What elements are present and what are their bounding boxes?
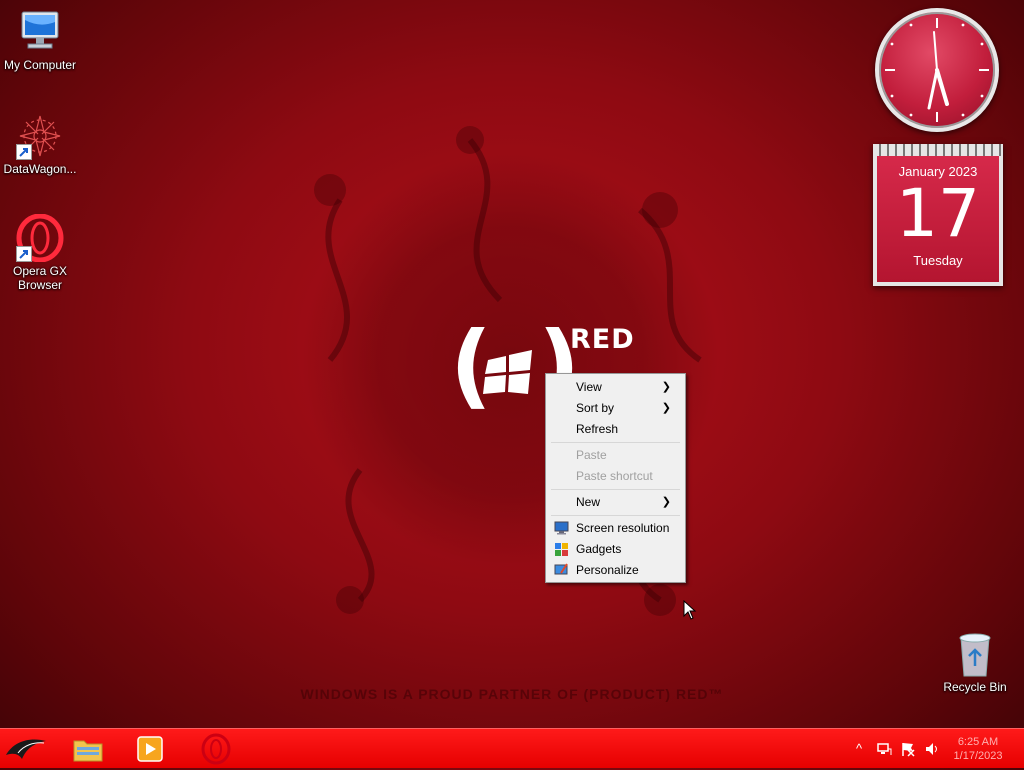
menu-item-sort-by[interactable]: Sort by ❯: [548, 398, 683, 419]
datawagon-icon[interactable]: DataWagon...: [0, 112, 80, 176]
gadgets-label: Gadgets: [576, 542, 622, 556]
media-player-icon: [137, 736, 163, 762]
sort-by-label: Sort by: [576, 401, 615, 415]
clock-gadget[interactable]: [875, 8, 999, 132]
calendar-face: January 2023 17 Tuesday: [877, 156, 999, 282]
taskbar: ^ 6:25 AM 1/17/2023: [0, 728, 1024, 768]
menu-item-paste-shortcut[interactable]: Paste shortcut: [548, 466, 683, 487]
menu-item-gadgets[interactable]: Gadgets: [548, 539, 683, 560]
rog-logo-icon: [6, 739, 46, 759]
paste-shortcut-label: Paste shortcut: [576, 469, 653, 483]
menu-separator: [551, 442, 680, 443]
my-computer-label: My Computer: [3, 58, 77, 72]
menu-separator: [551, 515, 680, 516]
calendar-day: 17: [896, 175, 980, 252]
computer-icon: [16, 8, 64, 56]
network-icon[interactable]: [876, 741, 892, 757]
taskbar-time: 6:25 AM: [957, 736, 999, 748]
volume-speaker-icon[interactable]: [924, 741, 940, 757]
menu-item-view[interactable]: View ❯: [548, 377, 683, 398]
new-label: New: [576, 495, 601, 509]
opera-gx-logo-icon: [16, 213, 64, 263]
clock-face-icon: [885, 18, 989, 122]
screen-resolution-label: Screen resolution: [576, 521, 670, 535]
media-player-taskbar-button[interactable]: [132, 733, 172, 765]
menu-item-refresh[interactable]: Refresh: [548, 419, 683, 440]
recycle-bin-icon[interactable]: Recycle Bin: [935, 630, 1015, 694]
submenu-arrow-icon: ❯: [661, 381, 671, 393]
gadgets-icon: [555, 543, 568, 556]
wallpaper-tagline: WINDOWS IS A PROUD PARTNER OF (PRODUCT) …: [300, 686, 724, 702]
start-button[interactable]: [4, 733, 46, 765]
menu-separator: [551, 489, 680, 490]
calendar-rings: [873, 144, 1003, 156]
recycle-bin-graphic-icon: [951, 630, 999, 678]
desktop-context-menu: View ❯ Sort by ❯ Refresh Paste Paste sho…: [545, 373, 686, 583]
show-hidden-icons-button[interactable]: ^: [851, 741, 867, 757]
opera-gx-taskbar-button[interactable]: [196, 733, 236, 765]
windows-flag-icon: [483, 350, 532, 394]
menu-item-paste[interactable]: Paste: [548, 445, 683, 466]
file-explorer-taskbar-button[interactable]: [70, 733, 110, 765]
shortcut-arrow-icon: [16, 144, 32, 160]
datawagon-label: DataWagon...: [3, 162, 77, 176]
refresh-label: Refresh: [576, 422, 619, 436]
personalize-label: Personalize: [576, 563, 639, 577]
opera-gx-icon[interactable]: Opera GX Browser: [0, 213, 80, 292]
calendar-gadget[interactable]: January 2023 17 Tuesday: [873, 144, 1003, 286]
opera-gx-icon: [201, 733, 231, 765]
action-center-flag-icon[interactable]: [900, 741, 916, 757]
menu-item-screen-resolution[interactable]: Screen resolution: [548, 518, 683, 539]
recycle-bin-label: Recycle Bin: [943, 680, 1007, 694]
opera-gx-label: Opera GX Browser: [12, 264, 68, 292]
my-computer-icon[interactable]: My Computer: [0, 8, 80, 72]
personalize-icon: [554, 563, 568, 575]
menu-item-new[interactable]: New ❯: [548, 492, 683, 513]
paste-label: Paste: [576, 448, 607, 462]
taskbar-date: 1/17/2023: [953, 750, 1003, 762]
submenu-arrow-icon: ❯: [661, 496, 671, 508]
folder-icon: [73, 740, 103, 762]
mouse-pointer-icon: [683, 600, 697, 620]
brand-text: RED: [570, 324, 635, 355]
taskbar-clock[interactable]: 6:25 AM 1/17/2023: [944, 735, 1012, 763]
monitor-icon: [554, 521, 569, 535]
calendar-weekday: Tuesday: [913, 253, 963, 268]
datawagon-app-icon: [16, 112, 64, 160]
menu-item-personalize[interactable]: Personalize: [548, 560, 683, 581]
submenu-arrow-icon: ❯: [661, 402, 671, 414]
shortcut-arrow-icon: [16, 246, 32, 262]
view-label: View: [576, 380, 602, 394]
